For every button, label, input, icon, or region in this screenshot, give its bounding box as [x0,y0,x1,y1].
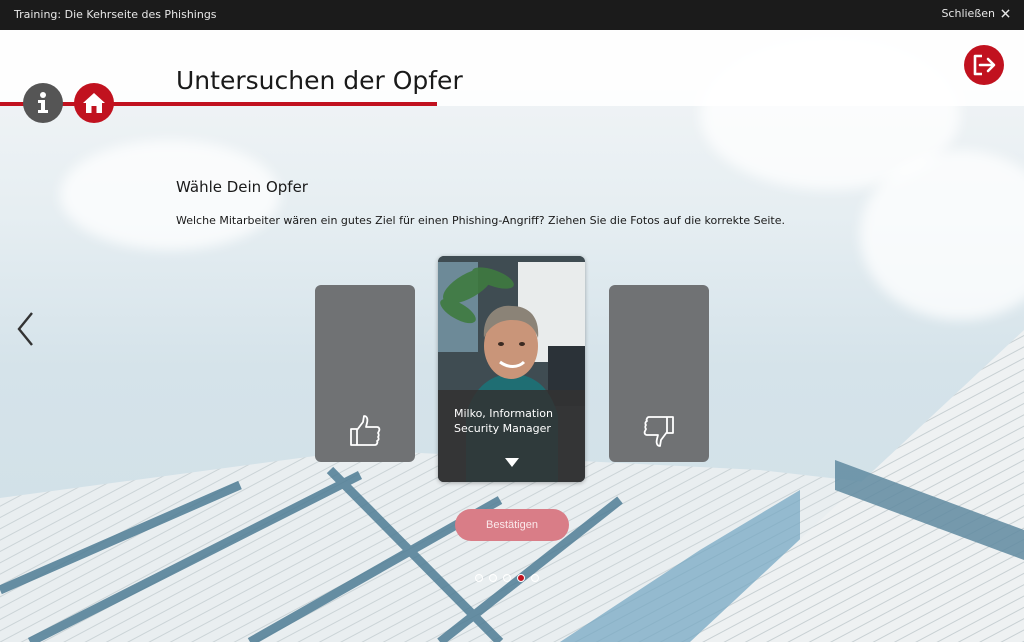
home-button[interactable] [74,83,114,123]
thumbs-up-icon [350,415,381,446]
page-dot[interactable] [475,574,483,582]
exit-icon [973,54,996,76]
close-icon [1001,9,1010,18]
page-dot-active[interactable] [517,574,525,582]
page-title: Untersuchen der Opfer [176,66,463,95]
close-label: Schließen [941,7,995,20]
employee-name: Milko, Information Security Manager [454,407,553,435]
page-indicator [475,574,539,582]
page-dot[interactable] [489,574,497,582]
chevron-left-icon [17,312,33,346]
exit-button[interactable] [964,45,1004,85]
employee-caption: Milko, Information Security Manager [438,390,585,482]
info-icon [38,92,48,113]
caret-down-icon[interactable] [505,458,519,467]
header-band [0,30,1024,106]
title-underline [0,102,437,106]
thumbs-down-icon [643,416,674,447]
page-dot[interactable] [503,574,511,582]
confirm-button[interactable]: Bestätigen [455,509,569,541]
title-bar: Training: Die Kehrseite des Phishings Sc… [0,0,1024,30]
exercise-instruction: Welche Mitarbeiter wären ein gutes Ziel … [176,214,785,227]
home-icon [83,93,105,113]
page-dot[interactable] [531,574,539,582]
previous-button[interactable] [14,310,38,352]
close-button[interactable]: Schließen [941,7,1010,20]
bad-target-dropzone[interactable] [609,285,709,462]
good-target-dropzone[interactable] [315,285,415,462]
exercise-title: Wähle Dein Opfer [176,178,308,196]
window-title: Training: Die Kehrseite des Phishings [14,8,217,21]
employee-photo-card[interactable]: Milko, Information Security Manager [438,256,585,482]
info-button[interactable] [23,83,63,123]
training-stage: Untersuchen der Opfer Wähle Dein Opfer W… [0,30,1024,642]
